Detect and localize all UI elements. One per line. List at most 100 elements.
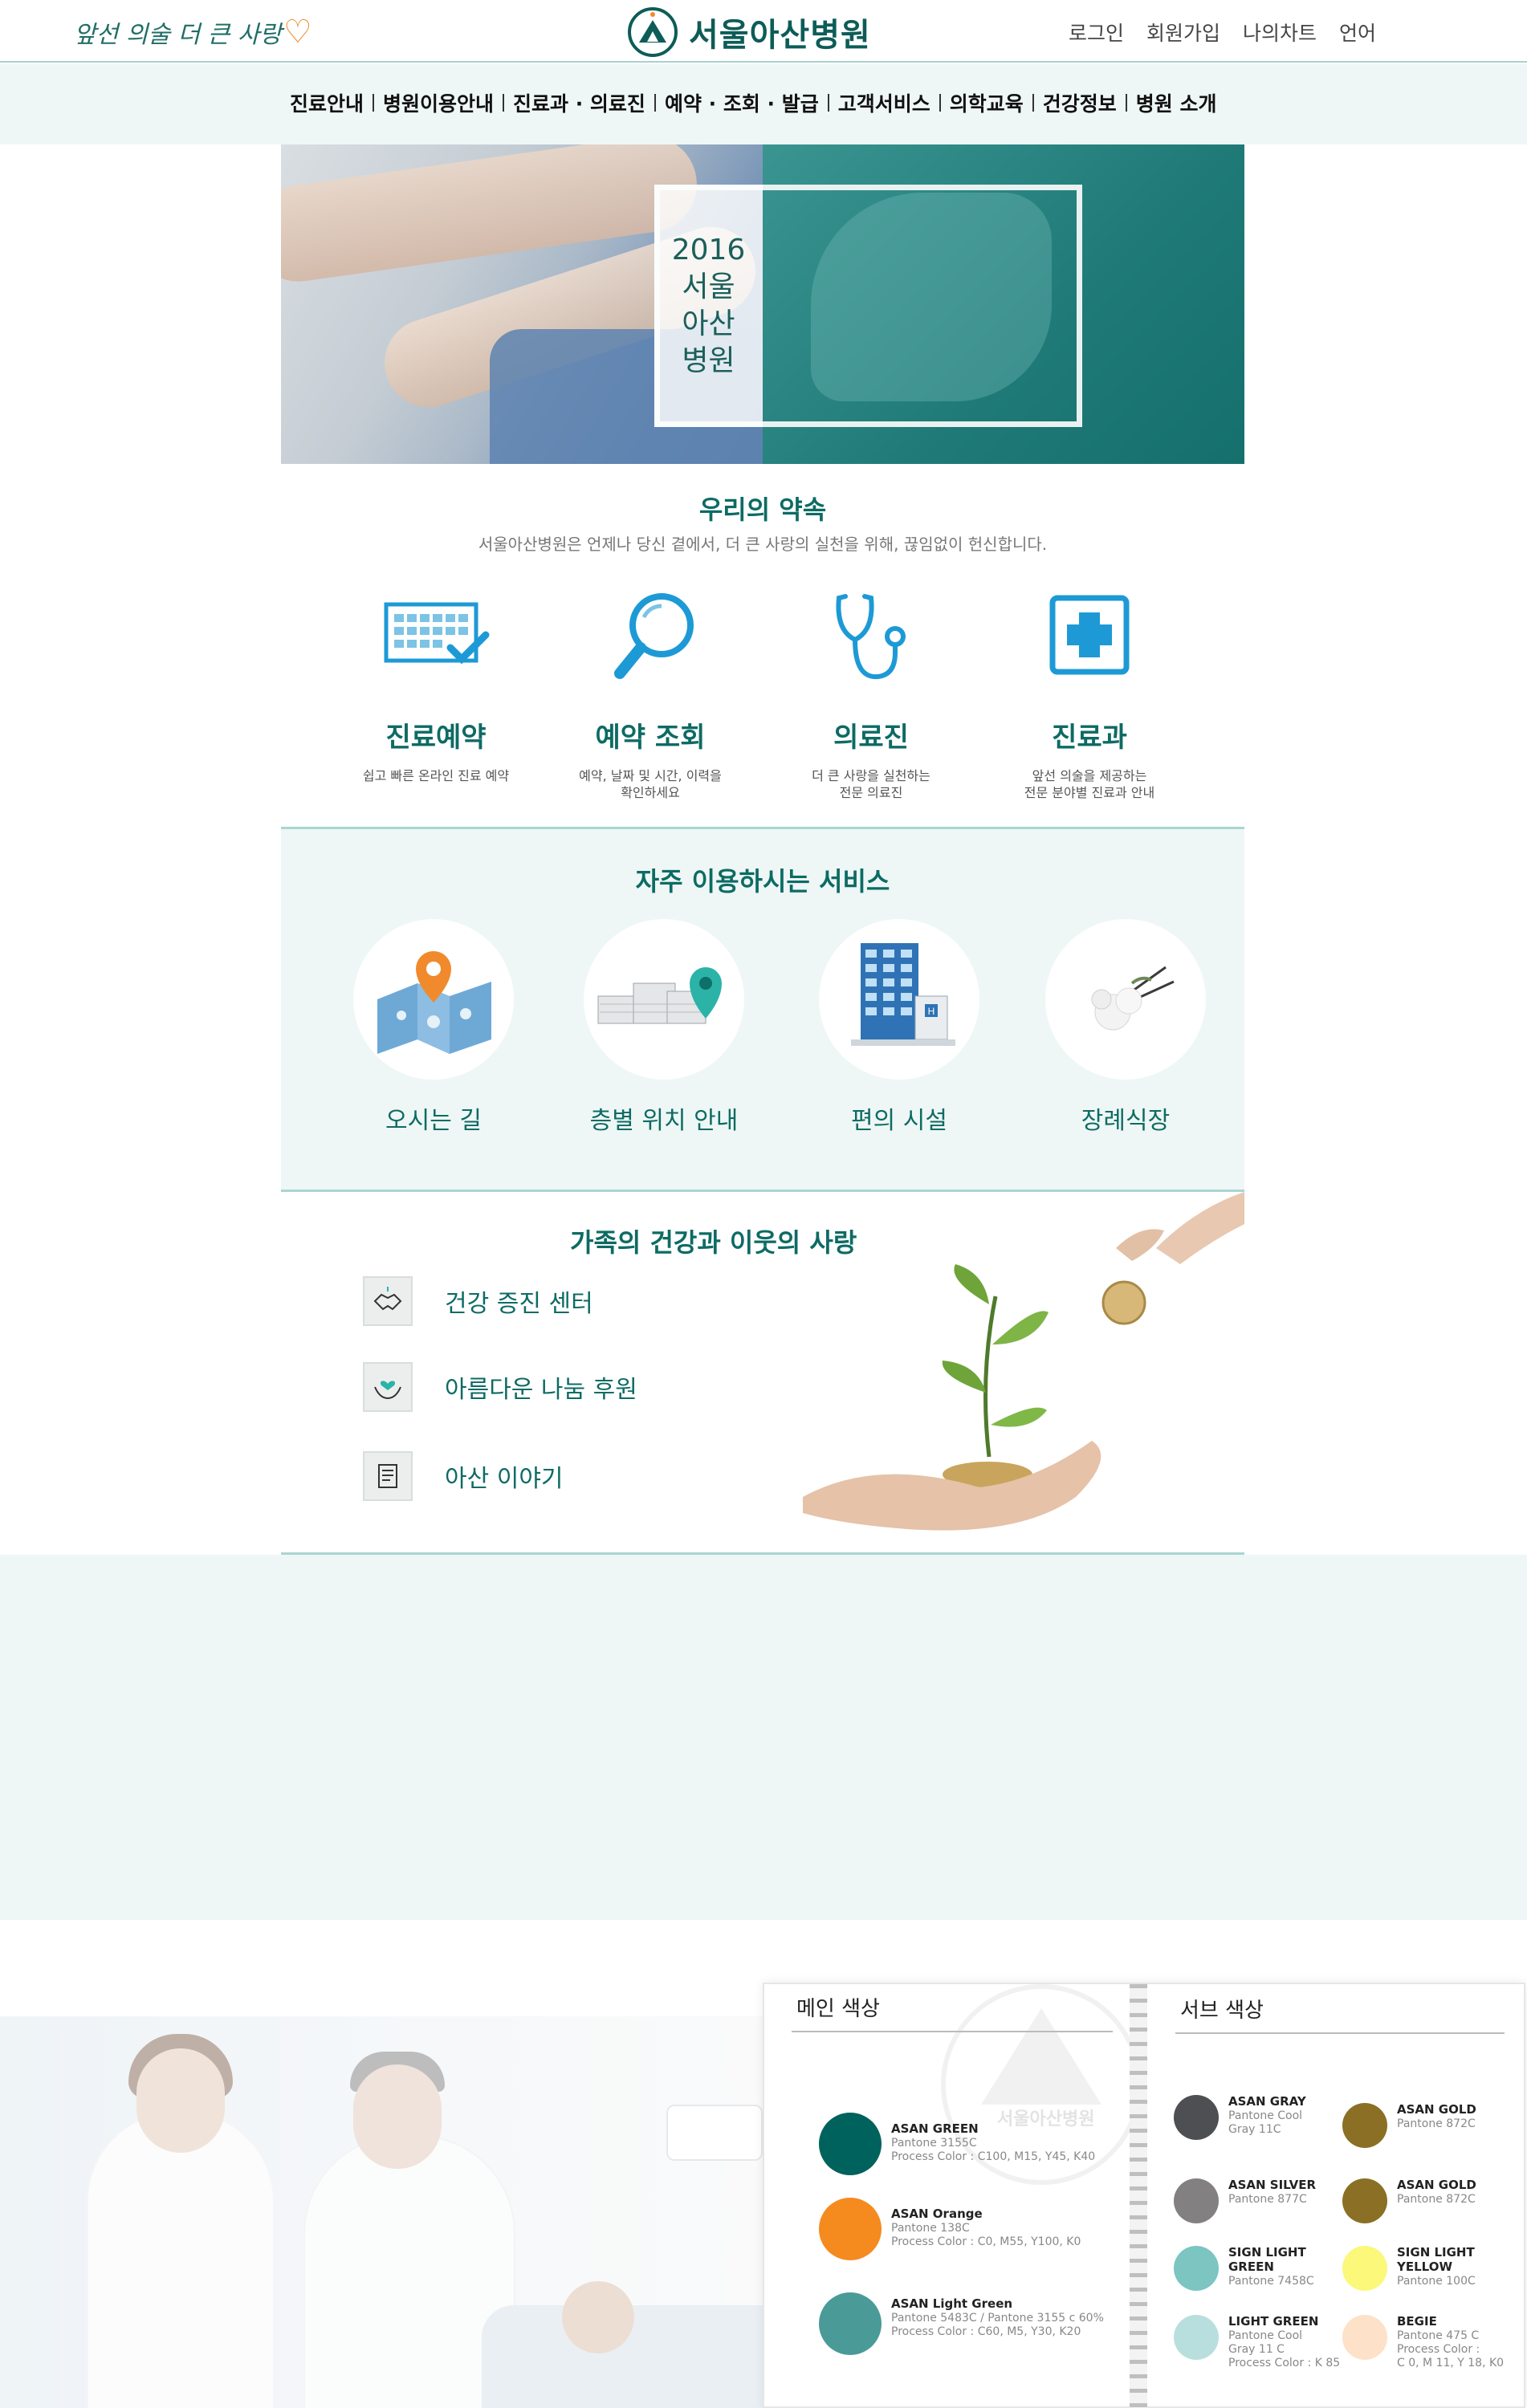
heart-hands-icon	[363, 1362, 413, 1412]
building-location-icon	[584, 919, 744, 1080]
main-services: 진료예약 쉽고 빠른 온라인 진료 예약 예약 조회 예약, 날짜 및 시간, …	[281, 590, 1244, 800]
nav-item-health-info[interactable]: 건강정보	[1034, 88, 1126, 117]
family-link-asan-story[interactable]: 아산 이야기	[363, 1451, 564, 1501]
color-chip	[819, 2198, 882, 2260]
frequent-label: 오시는 길	[385, 1107, 482, 1135]
swatch-asan-orange: ASAN Orange Pantone 138C Process Color : C…	[819, 2198, 1081, 2260]
logo-emblem-icon	[628, 7, 678, 57]
color-chip	[819, 2292, 882, 2355]
swatch-asan-gold: ASAN GOLD Pantone 872C	[1342, 2103, 1476, 2148]
frequent-services: 자주 이용하시는 서비스 오시는 길 층별 위치 안내 H 편의 시설 장례식장	[281, 827, 1244, 1192]
heart-icon: ♡	[283, 14, 312, 51]
sub-colors-title: 서브 색상	[1180, 1999, 1264, 2023]
hospital-logo[interactable]: 서울아산병원	[628, 6, 871, 58]
stethoscope-icon	[836, 594, 906, 680]
page: 앞선 의술 더 큰 사랑 ♡ 서울아산병원 로그인 회원가입 나의차트 언어 진…	[0, 0, 1527, 2408]
color-chip	[1174, 2095, 1219, 2140]
nav-item-medical-education[interactable]: 의학교육	[941, 88, 1032, 117]
color-chip	[1174, 2246, 1219, 2291]
frequent-item-floor-guide[interactable]: 층별 위치 안내	[572, 919, 756, 1136]
family-link-label: 아산 이야기	[445, 1465, 564, 1493]
signup-link[interactable]: 회원가입	[1146, 18, 1220, 47]
nav-item-departments[interactable]: 진료과 · 의료진	[504, 88, 654, 117]
frequent-title: 자주 이용하시는 서비스	[635, 866, 890, 897]
family-section: 가족의 건강과 이웃의 사랑 건강 증진 센터 아름다운 나눔 후원 아산 이야…	[281, 1192, 1244, 1555]
calendar-check-icon	[384, 602, 490, 665]
hospital-building-icon: H	[819, 919, 979, 1080]
swatch-light-green: LIGHT GREEN Pantone Cool Gray 11 C Process …	[1174, 2315, 1340, 2370]
swatch-sign-light-yellow: SIGN LIGHT YELLOW Pantone 100C	[1342, 2246, 1485, 2291]
magnifier-icon	[614, 593, 694, 679]
slogan: 앞선 의술 더 큰 사랑 ♡	[74, 8, 312, 56]
my-chart-link[interactable]: 나의차트	[1243, 18, 1317, 47]
map-pin-icon	[353, 919, 514, 1080]
color-chip	[1342, 2178, 1387, 2223]
service-name: 예약 조회	[595, 722, 706, 754]
hero-banner: 2016 서울 아산 병원	[281, 144, 1244, 464]
site-header: 앞선 의술 더 큰 사랑 ♡ 서울아산병원 로그인 회원가입 나의차트 언어	[0, 0, 1527, 63]
service-name: 진료과	[1052, 722, 1127, 754]
empty-band	[0, 1555, 1527, 1920]
family-link-label: 건강 증진 센터	[445, 1290, 593, 1318]
hero-line-3: 병원	[682, 344, 735, 377]
family-link-label: 아름다운 나눔 후원	[445, 1376, 637, 1404]
book-spine	[1130, 1984, 1147, 2408]
frequent-label: 편의 시설	[851, 1107, 947, 1135]
nav-item-customer-service[interactable]: 고객서비스	[829, 88, 939, 117]
color-chip	[1174, 2315, 1219, 2360]
service-reservation[interactable]: 진료예약 쉽고 빠른 온라인 진료 예약	[348, 590, 524, 784]
service-desc: 예약, 날짜 및 시간, 이력을 확인하세요	[579, 768, 722, 800]
swatch-asan-silver: ASAN SILVER Pantone 877C	[1174, 2178, 1316, 2223]
flower-icon	[1045, 919, 1206, 1080]
hero-line-1: 서울	[682, 270, 735, 303]
swatch-sign-light-green: SIGN LIGHT GREEN Pantone 7458C	[1174, 2246, 1317, 2291]
service-desc: 쉽고 빠른 온라인 진료 예약	[362, 768, 510, 783]
slogan-text: 앞선 의술 더 큰 사랑	[74, 21, 282, 49]
handshake-icon	[363, 1276, 413, 1326]
frequent-item-amenities[interactable]: H 편의 시설	[807, 919, 992, 1136]
plant-coins-image	[803, 1192, 1244, 1531]
swatch-asan-green: ASAN GREEN Pantone 3155C Process Color : C…	[819, 2113, 1095, 2175]
medical-cross-icon	[1049, 595, 1130, 675]
service-desc: 더 큰 사랑을 실천하는 전문 의료진	[812, 768, 930, 800]
frequent-label: 층별 위치 안내	[589, 1107, 739, 1135]
frequent-item-directions[interactable]: 오시는 길	[341, 919, 526, 1136]
swatch-begie: BEGIE Pantone 475 C Process Color :C 0, M …	[1342, 2315, 1504, 2370]
color-chip	[1174, 2178, 1219, 2223]
service-name: 의료진	[833, 722, 909, 754]
hero-line-2: 아산	[682, 307, 735, 340]
frequent-item-funeral-hall[interactable]: 장례식장	[1033, 919, 1218, 1136]
logo-text: 서울아산병원	[689, 17, 871, 54]
swatch-asan-gold-2: ASAN GOLD Pantone 872C	[1342, 2178, 1476, 2223]
nav-list: 진료안내 병원이용안내 진료과 · 의료진 예약 · 조회 · 발급 고객서비스…	[281, 88, 1226, 117]
language-link[interactable]: 언어	[1339, 18, 1376, 47]
doctors-photo	[0, 2016, 763, 2408]
main-colors-title: 메인 색상	[796, 1997, 880, 2021]
service-desc: 앞선 의술을 제공하는 전문 분야별 진료과 안내	[1024, 768, 1155, 800]
service-reservation-lookup[interactable]: 예약 조회 예약, 날짜 및 시간, 이력을 확인하세요	[562, 590, 739, 801]
login-link[interactable]: 로그인	[1069, 18, 1124, 47]
main-nav: 진료안내 병원이용안내 진료과 · 의료진 예약 · 조회 · 발급 고객서비스…	[0, 64, 1527, 144]
color-chip	[1342, 2246, 1387, 2291]
family-link-health-center[interactable]: 건강 증진 센터	[363, 1276, 593, 1326]
family-link-donation[interactable]: 아름다운 나눔 후원	[363, 1362, 637, 1412]
nav-item-hospital-guide[interactable]: 병원이용안내	[374, 88, 503, 117]
bottom-section: 서울아산병원 메인 색상 서브 색상 ASAN GREEN Pantone 315…	[0, 1920, 1527, 2408]
swatch-asan-light-green: ASAN Light Green Pantone 5483C / Pantone …	[819, 2292, 1104, 2355]
color-guide-book: 서울아산병원 메인 색상 서브 색상 ASAN GREEN Pantone 315…	[763, 1983, 1525, 2408]
service-doctors[interactable]: 의료진 더 큰 사랑을 실천하는 전문 의료진	[783, 590, 959, 801]
nav-item-reservation[interactable]: 예약 · 조회 · 발급	[656, 88, 828, 117]
color-chip	[1342, 2103, 1387, 2148]
nav-item-about[interactable]: 병원 소개	[1127, 88, 1226, 117]
service-name: 진료예약	[385, 722, 487, 754]
document-icon	[363, 1451, 413, 1501]
color-chip	[819, 2113, 882, 2175]
svg-text:H: H	[928, 1006, 935, 1017]
nav-item-care-guide[interactable]: 진료안내	[281, 88, 373, 117]
hero-line-year: 2016	[671, 234, 746, 266]
promise-subtitle: 서울아산병원은 언제나 당신 곁에서, 더 큰 사랑의 실천을 위해, 끊임없이…	[478, 535, 1048, 554]
utility-menu: 로그인 회원가입 나의차트 언어	[1069, 18, 1376, 47]
swatch-asan-gray: ASAN GRAY Pantone Cool Gray 11C	[1174, 2095, 1306, 2140]
promise-title: 우리의 약속	[698, 494, 827, 525]
service-departments[interactable]: 진료과 앞선 의술을 제공하는 전문 분야별 진료과 안내	[1001, 590, 1178, 801]
